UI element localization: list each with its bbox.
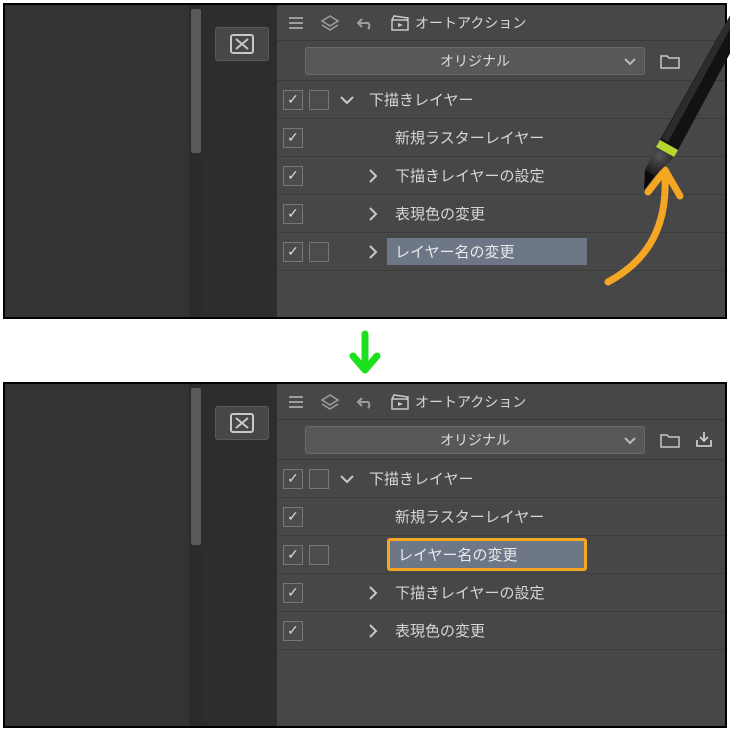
panel-gap	[203, 384, 215, 726]
import-icon[interactable]	[689, 426, 719, 454]
undo-icon[interactable]	[349, 388, 379, 416]
canvas-area	[5, 5, 189, 317]
palette-toolbar: オートアクション	[277, 5, 725, 41]
action-label[interactable]: 下描きレイヤーの設定	[387, 579, 553, 606]
action-row[interactable]: レイヤー名の変更	[277, 233, 725, 271]
chevron-right-icon[interactable]	[361, 586, 385, 600]
enable-checkbox[interactable]	[283, 507, 303, 527]
chevron-down-icon[interactable]	[335, 474, 359, 484]
enable-checkbox[interactable]	[283, 469, 303, 489]
palette-tab-label: オートアクション	[415, 13, 526, 33]
action-row[interactable]: 新規ラスターレイヤー	[277, 119, 725, 157]
action-row[interactable]: 新規ラスターレイヤー	[277, 498, 725, 536]
enable-checkbox[interactable]	[283, 242, 303, 262]
action-label[interactable]: 下描きレイヤー	[361, 86, 482, 113]
folder-icon[interactable]	[655, 426, 685, 454]
canvas-area	[5, 384, 189, 726]
quick-access-button[interactable]	[215, 406, 269, 440]
action-row[interactable]: 下描きレイヤー	[277, 460, 725, 498]
menu-icon[interactable]	[281, 9, 311, 37]
action-label[interactable]: 表現色の変更	[387, 200, 493, 227]
chevron-right-icon[interactable]	[361, 169, 385, 183]
scrollbar[interactable]	[189, 384, 203, 726]
action-label[interactable]: 下描きレイヤーの設定	[387, 162, 553, 189]
action-label[interactable]: レイヤー名の変更	[387, 238, 587, 265]
transition-arrow	[335, 322, 395, 382]
layers-icon[interactable]	[315, 9, 345, 37]
enable-checkbox[interactable]	[283, 545, 303, 565]
color-swatch[interactable]	[309, 242, 329, 262]
action-label[interactable]: 新規ラスターレイヤー	[387, 503, 552, 530]
action-set-label: オリジナル	[440, 51, 510, 71]
undo-icon[interactable]	[349, 9, 379, 37]
action-row[interactable]: 下描きレイヤーの設定	[277, 574, 725, 612]
enable-checkbox[interactable]	[283, 166, 303, 186]
enable-checkbox[interactable]	[283, 583, 303, 603]
action-list: 下描きレイヤー新規ラスターレイヤー下描きレイヤーの設定表現色の変更レイヤー名の変…	[277, 81, 725, 271]
palette-tab-label: オートアクション	[415, 392, 526, 412]
auto-action-palette: オートアクション オリジナル	[277, 384, 725, 726]
panel-before: オートアクション オリジナル 下描きレイヤー新規ラスターレイヤー下描きレイヤーの…	[3, 3, 727, 319]
action-list: 下描きレイヤー新規ラスターレイヤーレイヤー名の変更下描きレイヤーの設定表現色の変…	[277, 460, 725, 650]
enable-checkbox[interactable]	[283, 90, 303, 110]
panel-gap	[203, 5, 215, 317]
palette-tab[interactable]: オートアクション	[383, 388, 534, 416]
action-label[interactable]: 新規ラスターレイヤー	[387, 124, 552, 151]
quick-access-button[interactable]	[215, 27, 269, 61]
auto-action-palette: オートアクション オリジナル 下描きレイヤー新規ラスターレイヤー下描きレイヤーの…	[277, 5, 725, 317]
chevron-right-icon[interactable]	[361, 207, 385, 221]
enable-checkbox[interactable]	[283, 128, 303, 148]
enable-checkbox[interactable]	[283, 621, 303, 641]
panel-after: オートアクション オリジナル	[3, 382, 727, 728]
action-label[interactable]: 下描きレイヤー	[361, 465, 482, 492]
color-swatch[interactable]	[309, 469, 329, 489]
action-label[interactable]: レイヤー名の変更	[387, 538, 587, 571]
chevron-right-icon[interactable]	[361, 624, 385, 638]
action-set-dropdown[interactable]: オリジナル	[305, 426, 645, 454]
action-set-label: オリジナル	[440, 430, 510, 450]
chevron-down-icon	[624, 432, 636, 448]
action-row[interactable]: 表現色の変更	[277, 612, 725, 650]
scrollbar[interactable]	[189, 5, 203, 317]
action-set-row: オリジナル	[277, 41, 725, 81]
menu-icon[interactable]	[281, 388, 311, 416]
chevron-right-icon[interactable]	[361, 245, 385, 259]
clapper-icon	[391, 15, 409, 31]
color-swatch[interactable]	[309, 545, 329, 565]
action-set-dropdown[interactable]: オリジナル	[305, 47, 645, 75]
chevron-down-icon	[624, 53, 636, 69]
action-row[interactable]: レイヤー名の変更	[277, 536, 725, 574]
action-label[interactable]: 表現色の変更	[387, 617, 493, 644]
palette-toolbar: オートアクション	[277, 384, 725, 420]
color-swatch[interactable]	[309, 90, 329, 110]
folder-icon[interactable]	[655, 47, 685, 75]
action-row[interactable]: 下描きレイヤー	[277, 81, 725, 119]
clapper-icon	[391, 394, 409, 410]
enable-checkbox[interactable]	[283, 204, 303, 224]
action-set-row: オリジナル	[277, 420, 725, 460]
chevron-down-icon[interactable]	[335, 95, 359, 105]
action-row[interactable]: 下描きレイヤーの設定	[277, 157, 725, 195]
layers-icon[interactable]	[315, 388, 345, 416]
palette-tab[interactable]: オートアクション	[383, 9, 534, 37]
action-row[interactable]: 表現色の変更	[277, 195, 725, 233]
